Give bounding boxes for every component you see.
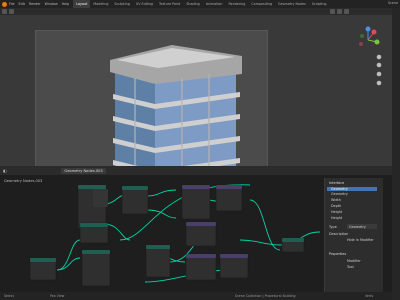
interface-item[interactable]: Height xyxy=(331,210,342,214)
nodes xyxy=(29,184,305,287)
interface-item[interactable]: Geometry xyxy=(331,192,348,196)
status-middle: Pan View xyxy=(50,294,65,298)
properties-section-title[interactable]: Properties xyxy=(329,252,346,256)
status-bar: Select Pan View Scene Collection | Proce… xyxy=(0,292,392,300)
node-frame xyxy=(181,184,211,220)
hide-in-modifier-checkbox[interactable]: Hide in Modifier xyxy=(347,238,374,242)
modifier-checkbox[interactable]: Modifier xyxy=(347,259,361,263)
node-frame xyxy=(185,221,217,247)
node-frame xyxy=(29,257,57,281)
interface-item[interactable]: Height xyxy=(331,216,342,220)
type-value: Geometry xyxy=(349,225,366,229)
tool-checkbox[interactable]: Tool xyxy=(347,265,354,269)
status-stats: Verts xyxy=(365,294,374,298)
interface-item[interactable]: Geometry xyxy=(331,187,348,191)
interface-item[interactable]: Width xyxy=(331,198,341,202)
node-frame xyxy=(93,189,108,207)
status-left: Select xyxy=(4,294,14,298)
node-frame xyxy=(81,249,111,287)
node-frame xyxy=(145,244,171,278)
interface-item[interactable]: Depth xyxy=(331,204,341,208)
node-frame xyxy=(215,184,243,212)
type-label: Type xyxy=(329,225,337,229)
status-scene-info: Scene Collection | Procedural Building xyxy=(235,294,296,298)
node-frame xyxy=(281,237,305,253)
node-properties-panel: Interface Geometry Geometry Width Depth … xyxy=(324,178,383,292)
interface-section-title[interactable]: Interface xyxy=(329,181,344,185)
node-frame xyxy=(219,253,249,279)
node-frame xyxy=(185,253,217,281)
node-frame xyxy=(79,222,109,244)
description-label: Description xyxy=(329,232,349,236)
node-frame xyxy=(121,185,149,215)
